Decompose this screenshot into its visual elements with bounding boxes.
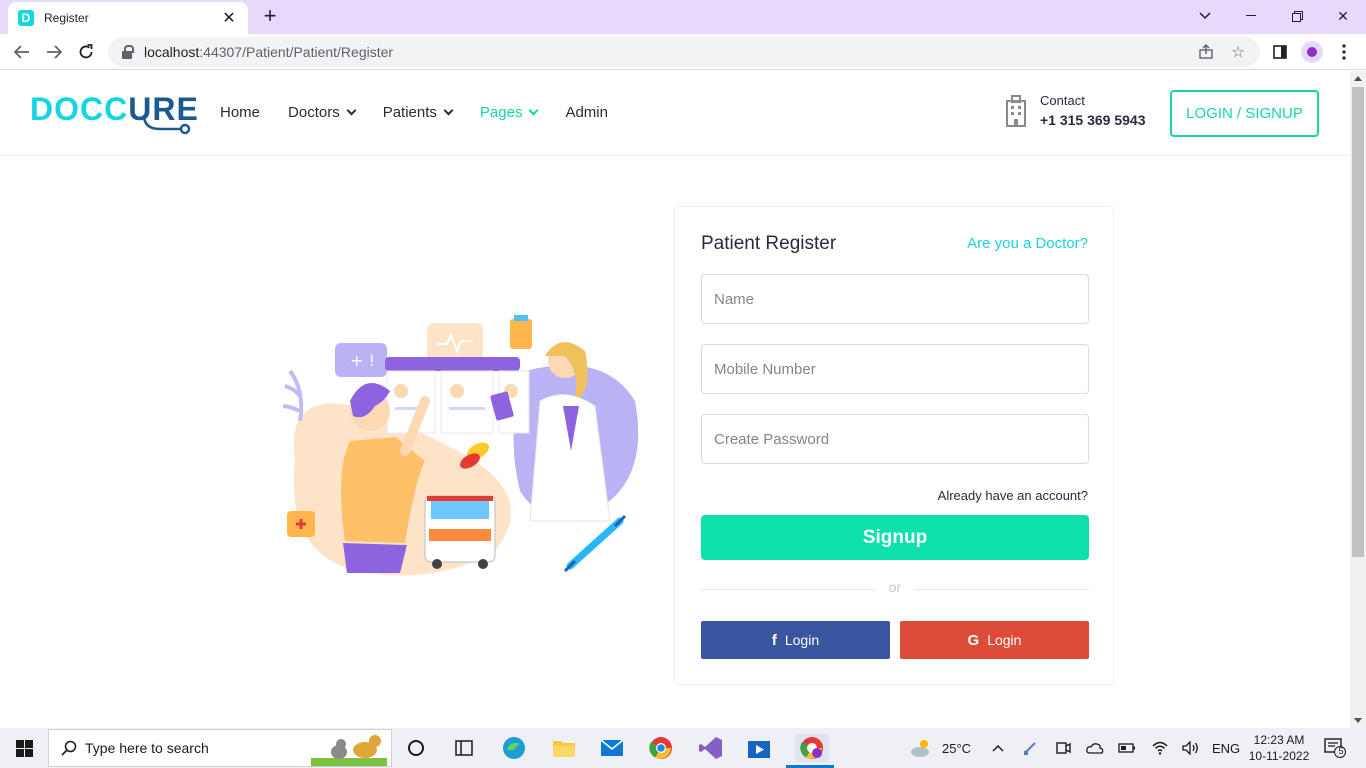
scroll-down-arrow-icon[interactable] — [1354, 718, 1362, 723]
nav-pages[interactable]: Pages — [480, 104, 539, 121]
site-header: DOCCURE Home Doctors Patients Pages Admi… — [0, 71, 1350, 156]
google-icon: G — [967, 631, 980, 649]
nav-patients[interactable]: Patients — [383, 104, 454, 121]
bookmark-star-icon[interactable]: ☆ — [1228, 42, 1248, 62]
browser-menu-icon[interactable] — [1332, 40, 1356, 64]
signup-button[interactable]: Signup — [701, 515, 1089, 560]
language-indicator[interactable]: ENG — [1212, 728, 1240, 768]
scroll-up-arrow-icon[interactable] — [1354, 76, 1362, 81]
contact-phone[interactable]: +1 315 369 5943 — [1040, 112, 1146, 128]
register-card: Patient Register Are you a Doctor? Alrea… — [674, 206, 1114, 685]
reload-button[interactable] — [74, 40, 98, 64]
temperature: 25°C — [942, 740, 972, 756]
search-placeholder: Type here to search — [85, 740, 209, 756]
page-scrollbar[interactable] — [1350, 71, 1366, 728]
chevron-down-icon — [529, 105, 539, 116]
chrome-icon[interactable] — [647, 734, 675, 762]
new-tab-button[interactable]: + — [258, 4, 282, 28]
scrollbar-thumb[interactable] — [1352, 87, 1364, 557]
clock-time: 12:23 AM — [1253, 733, 1305, 747]
name-input[interactable] — [701, 274, 1089, 324]
windows-taskbar: Type here to search 25°C ENG 12:23 AM 10… — [0, 728, 1366, 768]
chevron-down-icon — [346, 105, 357, 116]
facebook-login-button[interactable]: f Login — [701, 621, 890, 659]
file-explorer-icon[interactable] — [550, 734, 578, 762]
share-icon[interactable] — [1196, 42, 1216, 62]
svg-text:+ !: + ! — [350, 351, 375, 370]
notification-count: 5 — [1338, 746, 1344, 756]
are-you-doctor-link[interactable]: Are you a Doctor? — [967, 235, 1088, 252]
close-tab-icon[interactable]: ✕ — [220, 8, 238, 28]
nav-admin[interactable]: Admin — [565, 104, 608, 121]
taskbar-search-box[interactable]: Type here to search — [48, 729, 392, 767]
create-password-input[interactable] — [701, 414, 1089, 464]
notifications-button[interactable]: 5 — [1324, 728, 1346, 768]
mobile-number-input[interactable] — [701, 344, 1089, 394]
onedrive-cloud-icon[interactable] — [1086, 728, 1104, 768]
url-text: localhost:44307/Patient/Patient/Register — [144, 44, 394, 60]
browser-toolbar: localhost:44307/Patient/Patient/Register… — [0, 34, 1366, 70]
browser-tab[interactable]: D Register ✕ — [8, 2, 248, 34]
close-window-button[interactable]: ✕ — [1320, 4, 1366, 28]
volume-icon[interactable] — [1182, 728, 1200, 768]
task-view-icon[interactable] — [402, 734, 430, 762]
windows-start-icon[interactable] — [16, 740, 33, 757]
facebook-icon: f — [771, 631, 777, 649]
back-button[interactable] — [10, 40, 34, 64]
pets-search-highlight-icon — [311, 735, 387, 766]
web-page: DOCCURE Home Doctors Patients Pages Admi… — [0, 71, 1350, 728]
nav-home[interactable]: Home — [220, 104, 260, 121]
address-bar[interactable]: localhost:44307/Patient/Patient/Register… — [108, 37, 1260, 67]
chevron-down-icon — [443, 105, 454, 116]
lock-icon — [122, 45, 134, 59]
meet-now-icon[interactable] — [1055, 728, 1071, 768]
visual-studio-icon[interactable] — [697, 734, 725, 762]
hospital-building-icon — [1006, 94, 1026, 127]
mail-icon[interactable] — [598, 734, 626, 762]
main-nav: Home Doctors Patients Pages Admin — [220, 104, 636, 121]
or-separator: or — [888, 579, 902, 595]
contact-info: Contact +1 315 369 5943 — [1002, 93, 1146, 128]
weather-cloud-icon — [911, 740, 929, 757]
restore-button[interactable] — [1274, 4, 1320, 28]
search-icon — [61, 740, 77, 756]
stethoscope-logo-icon — [142, 114, 191, 135]
login-signup-button[interactable]: LOGIN / SIGNUP — [1170, 90, 1319, 137]
tab-search-chevron-icon[interactable] — [1182, 4, 1228, 28]
show-hidden-icons-button[interactable] — [992, 728, 1004, 768]
already-have-account-link[interactable]: Already have an account? — [938, 488, 1088, 503]
edge-browser-icon[interactable] — [500, 734, 528, 762]
widgets-icon[interactable] — [450, 734, 478, 762]
minimize-button[interactable] — [1228, 4, 1274, 28]
tab-title: Register — [44, 11, 89, 25]
pen-workspace-icon[interactable] — [1022, 728, 1038, 768]
forward-button[interactable] — [42, 40, 66, 64]
weather-widget[interactable]: 25°C — [910, 728, 971, 768]
system-clock[interactable]: 12:23 AM 10-11-2022 — [1240, 732, 1318, 764]
clock-date: 10-11-2022 — [1248, 749, 1310, 763]
browser-titlebar: D Register ✕ + ✕ — [0, 0, 1366, 34]
favicon-icon: D — [18, 10, 34, 26]
google-login-button[interactable]: G Login — [900, 621, 1089, 659]
battery-icon[interactable] — [1118, 728, 1136, 768]
chrome-profile-icon-active[interactable] — [795, 734, 829, 762]
register-title: Patient Register — [701, 233, 837, 254]
side-panel-icon[interactable] — [1268, 40, 1292, 64]
media-player-icon[interactable] — [745, 734, 773, 762]
wifi-icon[interactable] — [1152, 728, 1168, 768]
contact-label: Contact — [1040, 93, 1085, 108]
profile-avatar[interactable] — [1300, 40, 1324, 64]
doctor-patient-illustration: + ! — [282, 315, 639, 576]
nav-doctors[interactable]: Doctors — [288, 104, 357, 121]
